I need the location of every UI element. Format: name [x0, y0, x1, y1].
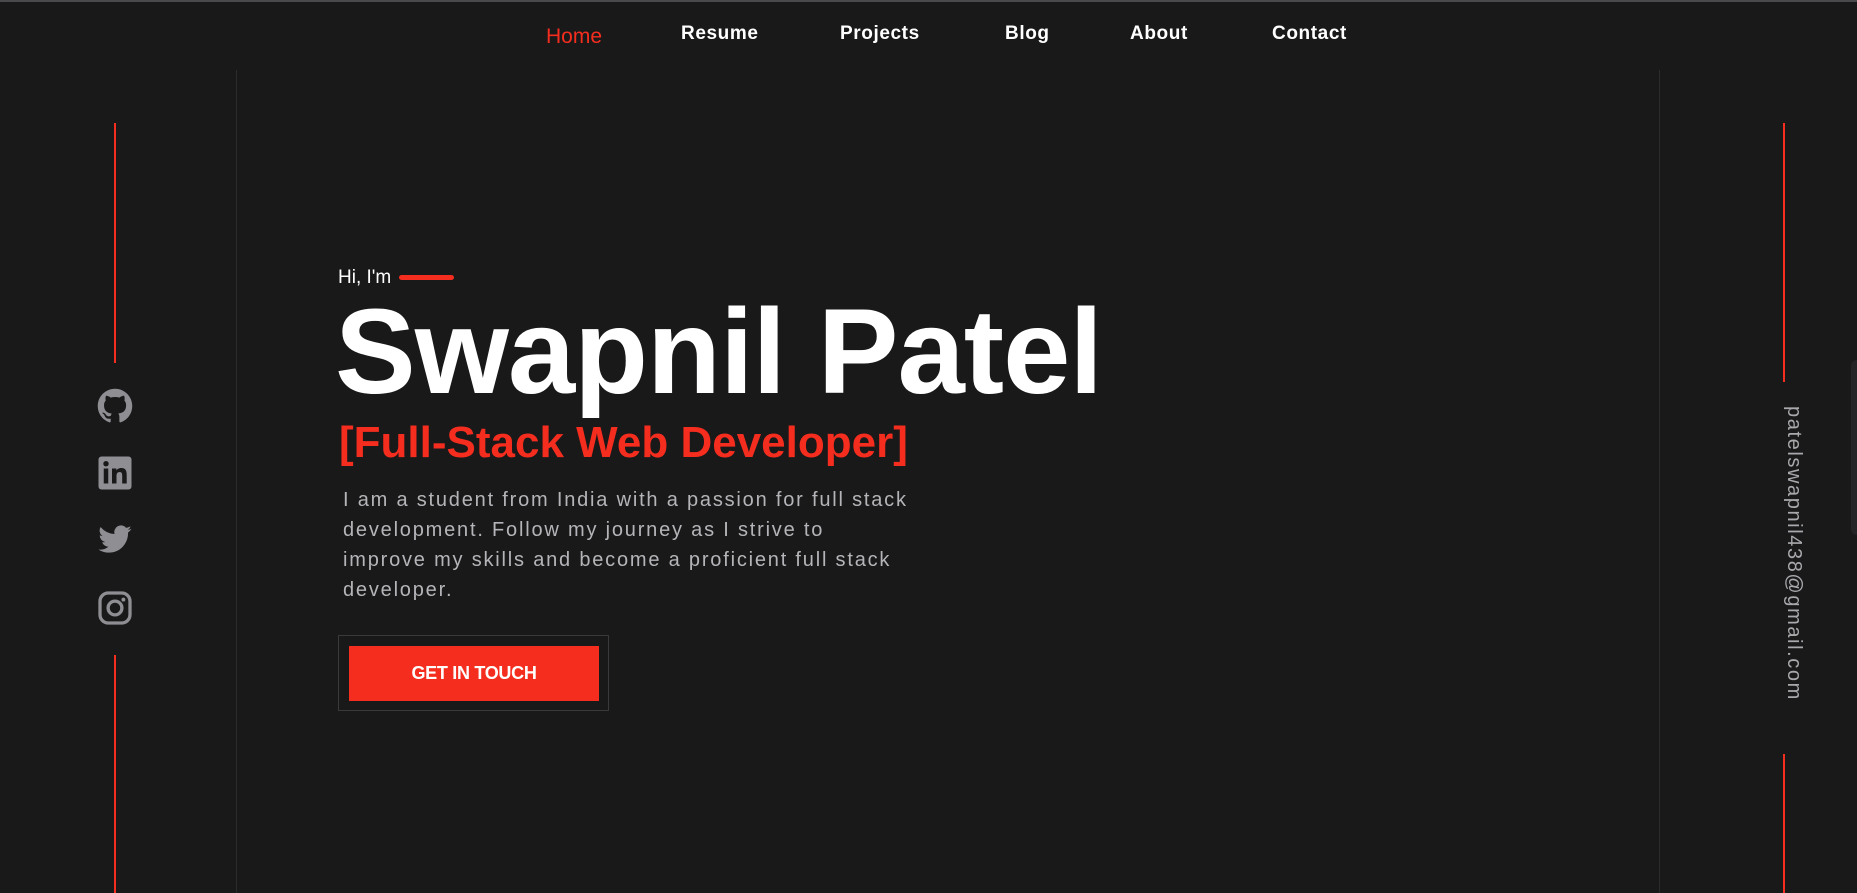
instagram-icon: [98, 591, 132, 625]
nav-contact[interactable]: Contact: [1272, 23, 1347, 45]
nav-resume[interactable]: Resume: [681, 23, 759, 45]
social-rail-bottom-line: [114, 655, 116, 893]
left-divider: [236, 70, 237, 893]
scroll-edge-tab: [1851, 360, 1857, 535]
instagram-link[interactable]: [96, 589, 134, 627]
nav-about[interactable]: About: [1130, 23, 1188, 45]
hero-role: [Full-Stack Web Developer]: [339, 418, 908, 467]
get-in-touch-button[interactable]: GET IN TOUCH: [349, 646, 599, 701]
email-rail-top-line: [1783, 123, 1785, 382]
linkedin-link[interactable]: [96, 454, 134, 492]
linkedin-icon: [98, 456, 132, 490]
main-nav: Home Resume Projects Blog About Contact: [0, 0, 1857, 70]
github-icon: [97, 388, 133, 423]
nav-home[interactable]: Home: [546, 25, 602, 49]
github-link[interactable]: [96, 387, 134, 425]
email-link[interactable]: patelswapnil438@gmail.com: [1782, 406, 1805, 701]
hero-name: Swapnil Patel: [335, 283, 1103, 419]
nav-blog[interactable]: Blog: [1005, 23, 1050, 45]
twitter-icon: [98, 525, 132, 553]
right-divider: [1659, 70, 1660, 893]
social-rail-top-line: [114, 123, 116, 363]
twitter-link[interactable]: [96, 521, 134, 559]
greeting-accent-dash: [399, 275, 454, 280]
nav-projects[interactable]: Projects: [840, 23, 920, 45]
hero-description: I am a student from India with a passion…: [343, 489, 908, 601]
email-rail-bottom-line: [1783, 754, 1785, 893]
